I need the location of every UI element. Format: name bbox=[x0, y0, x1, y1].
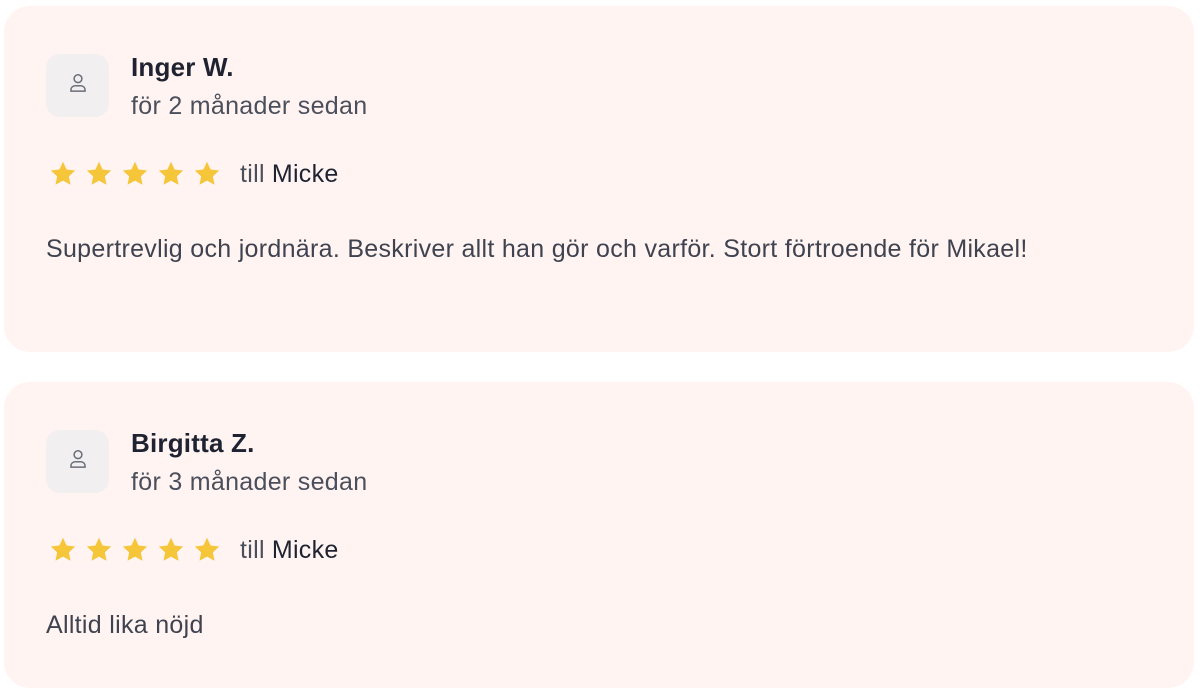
avatar bbox=[46, 54, 109, 117]
star-icon bbox=[86, 161, 112, 185]
recipient-prefix: till bbox=[240, 159, 265, 188]
star-rating bbox=[48, 159, 222, 189]
recipient: till Micke bbox=[240, 536, 339, 565]
star-icon bbox=[122, 161, 148, 185]
person-outline-icon bbox=[65, 70, 91, 101]
reviews-list: Inger W. för 2 månader sedan till Micke S… bbox=[0, 0, 1200, 693]
recipient-prefix: till bbox=[240, 535, 265, 564]
star-icon bbox=[158, 161, 184, 185]
star-icon bbox=[194, 161, 220, 185]
author-name: Inger W. bbox=[131, 52, 234, 82]
star-icon bbox=[50, 161, 76, 185]
rating-row: till Micke bbox=[48, 532, 339, 568]
review-date: för 3 månader sedan bbox=[131, 468, 368, 496]
star-icon bbox=[86, 537, 112, 561]
author-name: Birgitta Z. bbox=[131, 428, 255, 458]
review-card: Inger W. för 2 månader sedan till Micke S… bbox=[4, 6, 1194, 352]
star-icon bbox=[50, 537, 76, 561]
review-text: Supertrevlig och jordnära. Beskriver all… bbox=[46, 235, 1028, 263]
recipient-name: Micke bbox=[271, 159, 339, 188]
review-text: Alltid lika nöjd bbox=[46, 611, 204, 639]
star-icon bbox=[122, 537, 148, 561]
recipient-name: Micke bbox=[271, 535, 339, 564]
avatar bbox=[46, 430, 109, 493]
rating-row: till Micke bbox=[48, 156, 339, 192]
star-rating bbox=[48, 535, 222, 565]
review-card: Birgitta Z. för 3 månader sedan till Mick… bbox=[4, 382, 1194, 688]
person-outline-icon bbox=[65, 446, 91, 477]
recipient: till Micke bbox=[240, 160, 339, 189]
review-date: för 2 månader sedan bbox=[131, 92, 368, 120]
star-icon bbox=[194, 537, 220, 561]
star-icon bbox=[158, 537, 184, 561]
